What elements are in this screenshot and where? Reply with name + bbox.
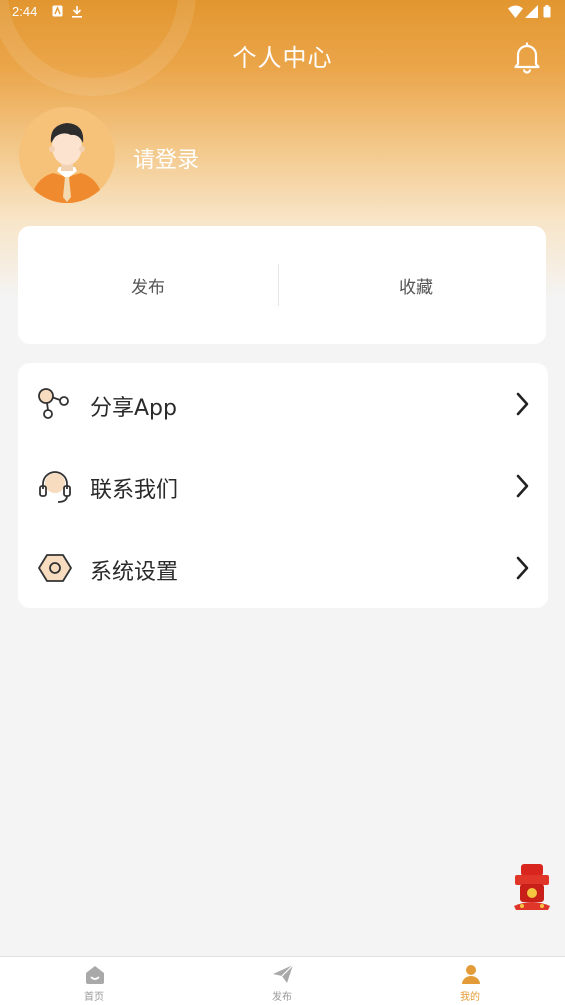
stat-publish-label: 发布: [131, 277, 165, 298]
menu-label-system-settings: 系统设置: [90, 560, 179, 585]
avatar-illustration: [19, 107, 115, 203]
chevron-right-icon: [516, 556, 529, 580]
settings-hex-icon: [38, 554, 72, 582]
tab-mine-label: 我的: [460, 992, 480, 1003]
tab-home-label: 首页: [84, 992, 104, 1003]
menu-item-contact-us[interactable]: 联系我们: [18, 445, 548, 527]
tab-mine[interactable]: 我的: [376, 957, 564, 1005]
share-icon: [38, 388, 69, 419]
stat-divider: [278, 264, 279, 306]
tab-publish[interactable]: 发布: [188, 957, 376, 1005]
signal-icon: [525, 5, 538, 18]
avatar[interactable]: [19, 107, 115, 203]
tab-home[interactable]: 首页: [0, 957, 188, 1005]
login-prompt[interactable]: 请登录: [133, 142, 199, 174]
wifi-icon: [508, 5, 523, 18]
stats-card: 发布 收藏: [18, 226, 546, 344]
stat-favorites[interactable]: 收藏: [286, 226, 546, 344]
status-bar: 2:44: [0, 0, 565, 24]
paper-plane-icon: [273, 964, 294, 983]
menu-label-share-app: 分享App: [90, 396, 177, 421]
battery-icon: [543, 5, 551, 18]
red-envelope-promo-icon[interactable]: [512, 862, 552, 912]
bell-icon[interactable]: [510, 40, 544, 74]
status-time: 2:44: [12, 4, 38, 19]
user-icon: [462, 965, 480, 984]
download-icon: [72, 6, 82, 18]
page-title: 个人中心: [232, 44, 333, 72]
stat-favorites-label: 收藏: [399, 277, 433, 298]
chevron-right-icon: [516, 392, 529, 416]
notification-icon: [52, 5, 63, 17]
menu-item-system-settings[interactable]: 系统设置: [18, 527, 548, 609]
menu-label-contact-us: 联系我们: [90, 478, 179, 503]
tab-publish-label: 发布: [272, 992, 292, 1003]
headset-icon: [39, 471, 71, 503]
chevron-right-icon: [516, 474, 529, 498]
stat-publish[interactable]: 发布: [18, 226, 278, 344]
bottom-tab-bar: 首页 发布 我的: [0, 956, 565, 1005]
menu-item-share-app[interactable]: 分享App: [18, 363, 548, 445]
home-icon: [86, 966, 104, 984]
menu-card: 分享App 联系我们 系统设置: [18, 363, 548, 608]
